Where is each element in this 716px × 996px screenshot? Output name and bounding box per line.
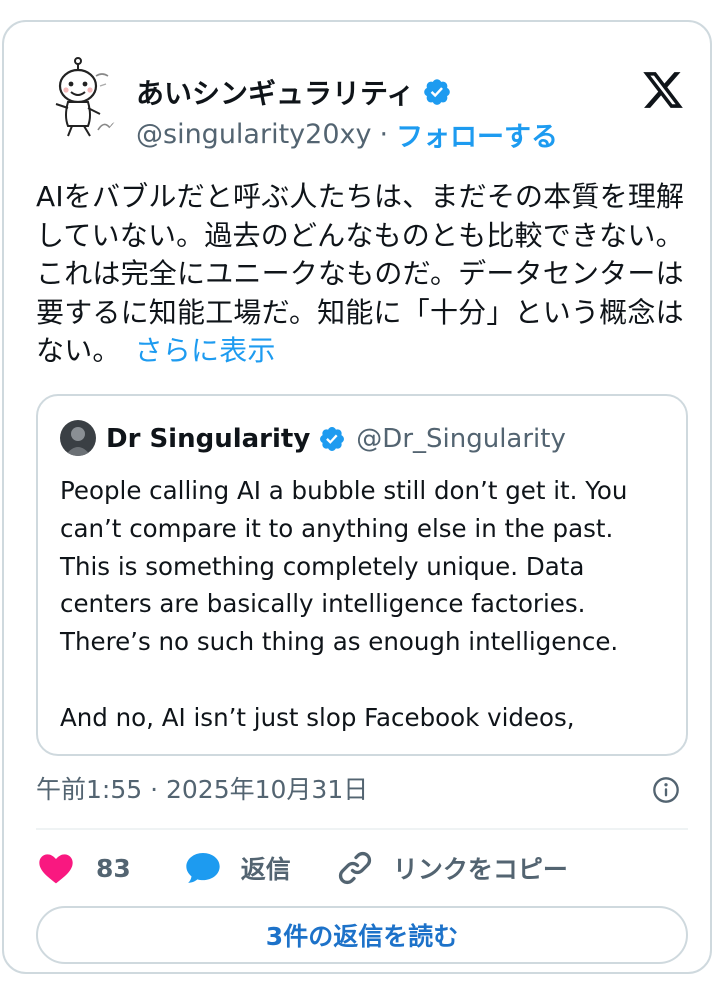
quoted-text-line: And no, AI isn’t just slop Facebook vide… — [60, 702, 575, 732]
tweet-timestamp[interactable]: 午前1:55 · 2025年10月31日 — [36, 772, 368, 808]
reply-label: 返信 — [240, 855, 291, 884]
verified-badge-icon — [424, 79, 451, 105]
tweet-text-line: ない。 — [36, 334, 121, 367]
quoted-text-line: can’t compare it to anything else in the… — [60, 513, 614, 543]
divider — [36, 828, 688, 830]
x-logo-icon[interactable] — [640, 68, 686, 112]
quoted-author-avatar[interactable] — [60, 420, 96, 456]
tweet-text-line: 要するに知能工場だ。知能に「十分」という概念は — [36, 295, 684, 329]
like-count: 83 — [96, 853, 131, 883]
author-display-name[interactable]: あいシンギュラリティ — [136, 72, 414, 112]
quoted-author-name[interactable]: Dr Singularity — [106, 424, 310, 454]
separator-dot: · — [379, 118, 389, 150]
quoted-text-line: This is something completely unique. Dat… — [60, 551, 585, 581]
quoted-text-line: There’s no such thing as enough intellig… — [60, 627, 619, 657]
like-button[interactable]: 83 — [36, 844, 131, 892]
link-icon — [338, 851, 371, 885]
quoted-tweet[interactable]: Dr Singularity @Dr_Singularity People ca… — [36, 394, 688, 756]
speech-bubble-icon — [186, 853, 220, 883]
info-icon[interactable] — [652, 776, 680, 804]
tweet-text-last-line: ない。 さらに表示 — [36, 332, 686, 371]
follow-button[interactable]: フォローする — [396, 115, 558, 154]
verified-badge-icon — [320, 427, 345, 451]
heart-icon — [39, 854, 73, 884]
author-handle[interactable]: @singularity20xy — [136, 119, 371, 150]
quoted-text-line: centers are basically intelligence facto… — [60, 589, 586, 619]
reply-button[interactable]: 返信 — [183, 844, 291, 892]
quoted-author-row: Dr Singularity @Dr_Singularity — [106, 420, 566, 458]
cartoon-character-avatar-icon — [38, 56, 122, 140]
tweet-text: AIをバブルだと呼ぶ人たちは、まだその本質を理解 していない。過去のどんなものと… — [36, 178, 686, 371]
quoted-tweet-text: People calling AI a bubble still don’t g… — [60, 472, 680, 737]
copy-link-button[interactable]: リンクをコピー — [335, 844, 568, 892]
tweet-card: あいシンギュラリティ @singularity20xy · フォローする AIを… — [2, 20, 712, 974]
author-name-row[interactable]: あいシンギュラリティ — [136, 72, 452, 112]
author-avatar[interactable] — [38, 56, 122, 140]
portrait-avatar-icon — [60, 420, 96, 456]
tweet-text-line: AIをバブルだと呼ぶ人たちは、まだその本質を理解 — [36, 180, 685, 213]
tweet-text-line: していない。過去のどんなものとも比較できない。 — [36, 218, 684, 252]
action-bar: 83 返信 リンクをコピー — [36, 844, 568, 892]
show-more-link[interactable]: さらに表示 — [135, 334, 276, 367]
copy-link-label: リンクをコピー — [392, 855, 568, 884]
quoted-author-handle[interactable]: @Dr_Singularity — [356, 424, 566, 454]
tweet-text-line: これは完全にユニークなものだ。データセンターは — [36, 257, 684, 290]
quoted-text-line — [60, 661, 680, 699]
author-handle-row: @singularity20xy · フォローする — [136, 115, 558, 154]
quoted-text-line: People calling AI a bubble still don’t g… — [60, 476, 628, 505]
read-replies-button[interactable]: 3件の返信を読む — [36, 906, 688, 964]
